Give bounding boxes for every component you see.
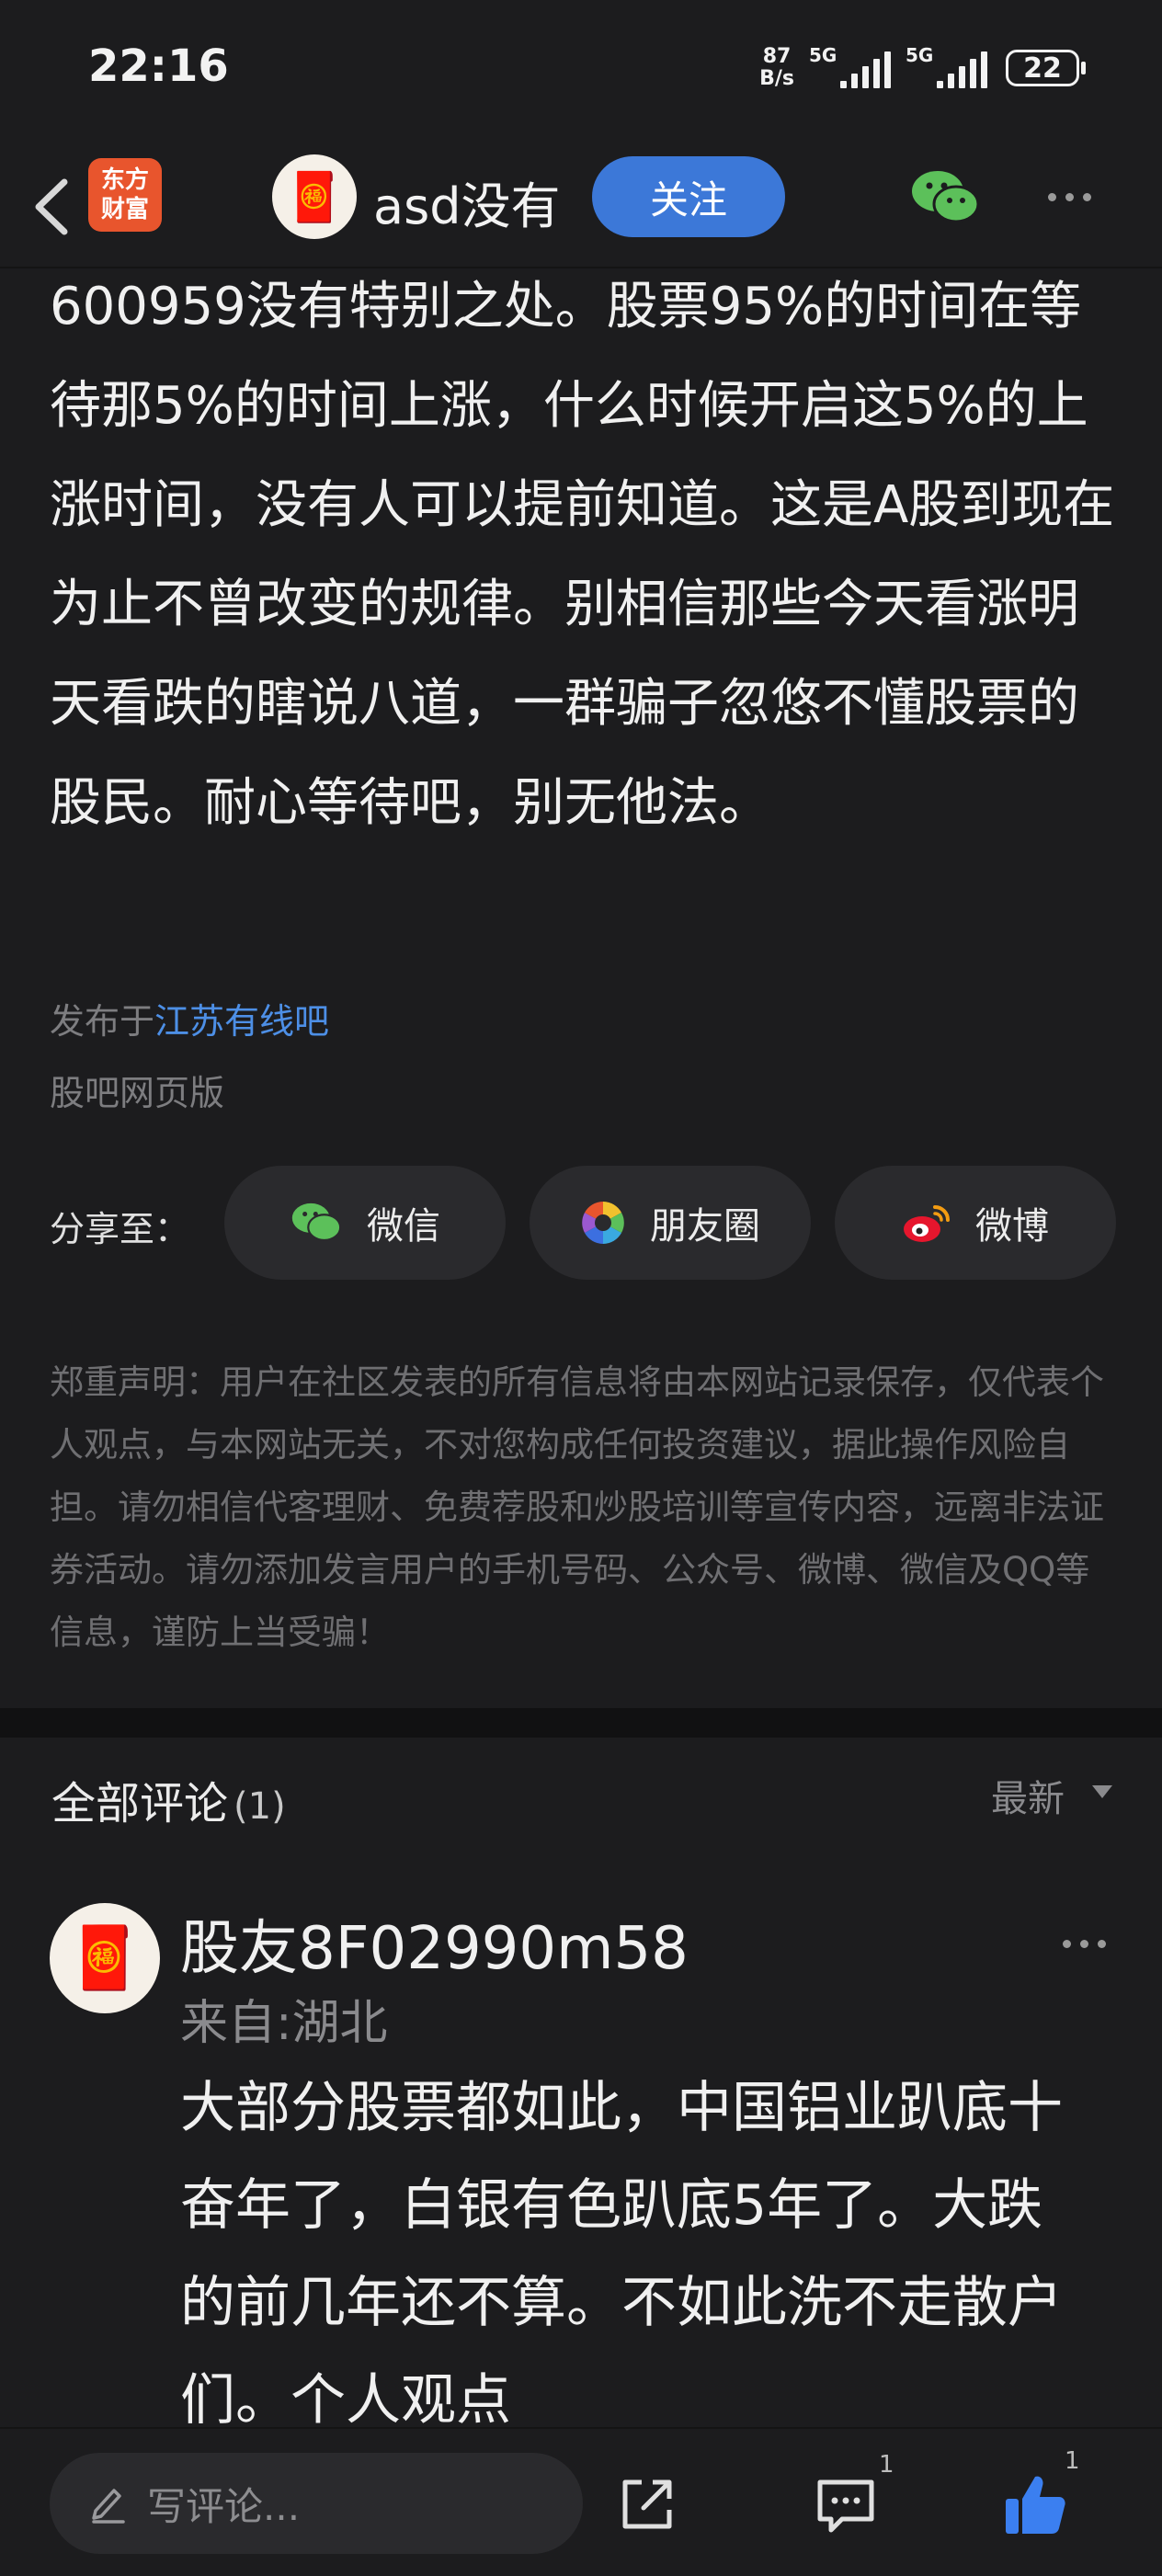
share-icon[interactable] (618, 2475, 677, 2534)
top-nav: 东方 财富 🧧 asd没有 关注 (0, 147, 1162, 268)
comment-badge: 1 (879, 2451, 894, 2479)
post-body: 600959没有特别之处。股票95%的时间在等待那5%的时间上涨，什么时候开启这… (50, 277, 1115, 833)
share-moments-button[interactable]: 朋友圈 (530, 1166, 811, 1280)
disclaimer: 郑重声明：用户在社区发表的所有信息将由本网站记录保存，仅代表个人观点，与本网站无… (50, 1362, 1104, 1652)
chevron-down-icon[interactable] (1092, 1785, 1112, 1798)
like-badge: 1 (1065, 2447, 1080, 2475)
battery-icon: 22 (1006, 50, 1086, 86)
commenter-avatar[interactable]: 🧧 (50, 1903, 160, 2013)
comment-count: (1) (234, 1785, 286, 1828)
post-published: 发布于江苏有线吧 (50, 1001, 330, 1042)
forum-link[interactable]: 江苏有线吧 (154, 1001, 329, 1042)
post-source: 股吧网页版 (50, 1073, 225, 1113)
author-avatar[interactable]: 🧧 (272, 154, 357, 239)
comments-header: 全部评论 (1) (51, 1778, 286, 1829)
clock: 22:16 (88, 40, 229, 92)
write-comment-input[interactable]: 写评论... (50, 2453, 583, 2554)
author-name[interactable]: asd没有 (373, 165, 561, 238)
share-weibo-button[interactable]: 微博 (835, 1166, 1116, 1280)
status-icons: 87 B/s 5G 5G 22 (759, 44, 1086, 90)
comment-more-icon[interactable] (1063, 1940, 1106, 1948)
back-arrow-icon[interactable] (26, 175, 81, 239)
moments-icon (582, 1202, 624, 1244)
wechat-icon (291, 1203, 342, 1241)
share-wechat-button[interactable]: 微信 (224, 1166, 506, 1280)
commenter-location: 来自:湖北 (180, 1996, 388, 2051)
more-options-icon[interactable] (1048, 193, 1091, 201)
weibo-icon (904, 1205, 950, 1242)
commenter-name[interactable]: 股友8F02990m58 (180, 1901, 689, 1986)
like-icon[interactable] (1002, 2471, 1068, 2537)
follow-button[interactable]: 关注 (592, 156, 785, 237)
status-bar: 22:16 87 B/s 5G 5G 22 (0, 0, 1162, 147)
share-label: 分享至： (50, 1209, 190, 1249)
wechat-icon[interactable] (910, 167, 980, 228)
section-divider (0, 1708, 1162, 1738)
comment-icon[interactable] (815, 2477, 877, 2536)
signal-icon: 5G (809, 44, 891, 88)
network-speed: 87 B/s (759, 45, 794, 90)
bottom-action-bar: 写评论... 1 1 (0, 2427, 1162, 2576)
comment-text[interactable]: 大部分股票都如此，中国铝业趴底十奋年了，白银有色趴底5年了。大跌的前几年还不算。… (180, 2059, 1090, 2449)
signal-icon-2: 5G (906, 44, 987, 88)
pencil-icon (92, 2489, 125, 2524)
sort-dropdown[interactable]: 最新 (991, 1769, 1065, 1822)
eastmoney-logo[interactable]: 东方 财富 (88, 158, 162, 232)
